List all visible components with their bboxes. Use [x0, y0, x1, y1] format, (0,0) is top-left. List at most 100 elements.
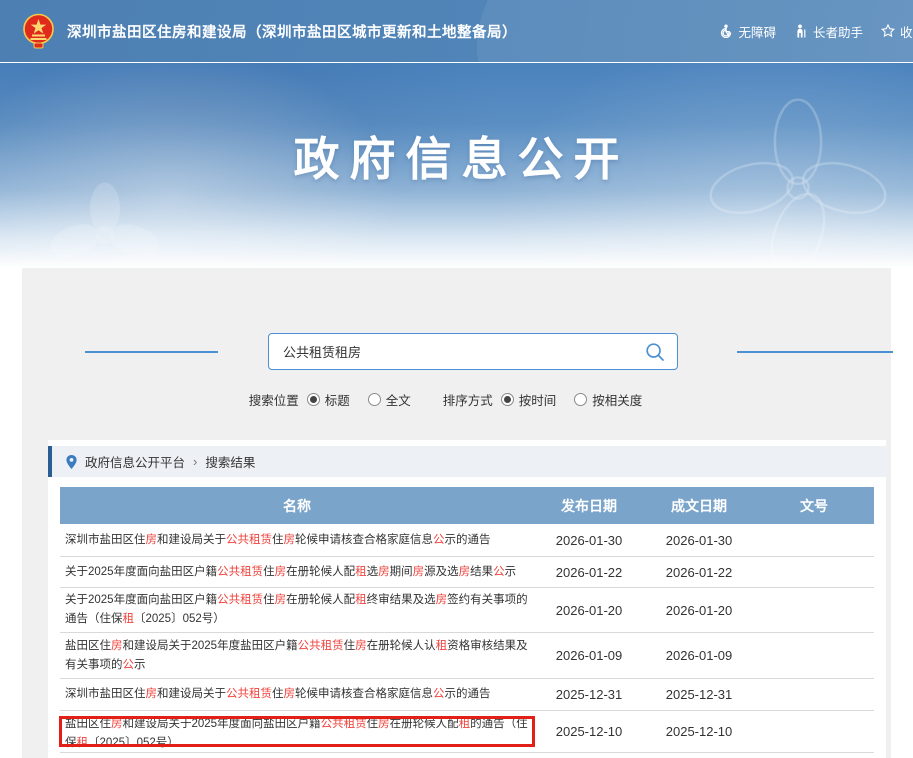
- header-links: 无障碍 长者助手收藏: [719, 0, 913, 62]
- column-header-name: 名称: [60, 496, 534, 516]
- table-header-row: 名称 发布日期 成文日期 文号: [60, 487, 874, 524]
- highlighted-keyword: 公共租赁: [321, 718, 367, 730]
- search-input[interactable]: [269, 334, 677, 369]
- results-card: 政府信息公开平台 › 搜索结果 名称 发布日期 成文日期 文号 深圳市盐田区住房…: [48, 440, 886, 758]
- publish-date-cell: 2026-01-22: [534, 565, 644, 580]
- header-link-favorite[interactable]: 收藏: [881, 22, 913, 41]
- highlighted-keyword: 房: [355, 640, 367, 652]
- result-title-link[interactable]: 盐田区住房和建设局关于2025年度盐田区户籍公共租赁住房在册轮候人认租资格审核结…: [65, 640, 528, 671]
- result-title-link[interactable]: 关于2025年度面向盐田区户籍公共租赁住房在册轮候人配租选房期间房源及选房结果公…: [65, 566, 516, 578]
- result-title-link[interactable]: 深圳市盐田区住房和建设局关于公共租赁住房轮候申请核查合格家庭信息公示的通告: [65, 534, 491, 546]
- highlighted-keyword: 公: [433, 534, 445, 546]
- highlighted-keyword: 房: [146, 688, 158, 700]
- highlighted-keyword: 租: [123, 613, 135, 625]
- decorative-line-right: [737, 351, 893, 353]
- table-body: 深圳市盐田区住房和建设局关于公共租赁住房轮候申请核查合格家庭信息公示的通告 202…: [60, 524, 874, 753]
- highlighted-keyword: 公: [123, 659, 135, 671]
- highlighted-keyword: 公: [433, 688, 445, 700]
- radio-unselected-icon[interactable]: [368, 393, 381, 406]
- national-emblem-icon: [22, 13, 55, 50]
- written-date-cell: 2026-01-30: [644, 533, 754, 548]
- breadcrumb-stripe: [48, 446, 52, 477]
- banner: 政府信息公开: [0, 62, 913, 268]
- filter-group-1: 排序方式 按时间 按相关度: [443, 390, 651, 409]
- radio-option[interactable]: 按时间: [501, 390, 557, 409]
- highlighted-keyword: 房: [146, 534, 158, 546]
- radio-option[interactable]: 标题: [307, 390, 350, 409]
- publish-date-cell: 2026-01-30: [534, 533, 644, 548]
- highlighted-keyword: 租: [355, 566, 367, 578]
- table-row[interactable]: 盐田区住房和建设局关于2025年度盐田区户籍公共租赁住房在册轮候人认租资格审核结…: [60, 633, 874, 679]
- decorative-line-left: [85, 351, 218, 353]
- table-row[interactable]: 深圳市盐田区住房和建设局关于公共租赁住房轮候申请核查合格家庭信息公示的通告 202…: [60, 524, 874, 557]
- result-title-link[interactable]: 盐田区住房和建设局关于2025年度面向盐田区户籍公共租赁住房在册轮候人配租的通告…: [65, 718, 528, 749]
- breadcrumb: 政府信息公开平台 › 搜索结果: [48, 446, 886, 477]
- star-icon: [881, 24, 895, 38]
- publish-date-cell: 2026-01-20: [534, 603, 644, 618]
- highlighted-keyword: 房: [459, 566, 471, 578]
- column-header-publish-date: 发布日期: [534, 496, 644, 516]
- radio-option-label: 按时间: [519, 390, 557, 409]
- search-filters: 搜索位置标题全文排序方式按时间按相关度: [22, 390, 891, 409]
- highlighted-keyword: 租: [459, 718, 471, 730]
- page: 深圳市盐田区住房和建设局（深圳市盐田区城市更新和土地整备局） 无障碍 长者助手收藏: [0, 0, 913, 758]
- radio-option-label: 按相关度: [592, 390, 642, 409]
- results-table: 名称 发布日期 成文日期 文号 深圳市盐田区住房和建设局关于公共租赁住房轮候申请…: [60, 487, 874, 753]
- highlighted-keyword: 房: [436, 594, 448, 606]
- table-row[interactable]: 深圳市盐田区住房和建设局关于公共租赁住房轮候申请核查合格家庭信息公示的通告 202…: [60, 679, 874, 711]
- breadcrumb-root-link[interactable]: 政府信息公开平台: [85, 452, 185, 471]
- written-date-cell: 2025-12-31: [644, 687, 754, 702]
- radio-selected-icon[interactable]: [307, 393, 320, 406]
- table-row[interactable]: 关于2025年度面向盐田区户籍公共租赁住房在册轮候人配租终审结果及选房签约有关事…: [60, 588, 874, 633]
- publish-date-cell: 2025-12-31: [534, 687, 644, 702]
- header-link-label: 长者助手: [813, 22, 863, 41]
- search-box: [268, 333, 678, 370]
- search-icon[interactable]: [645, 342, 665, 362]
- radio-selected-icon[interactable]: [501, 393, 514, 406]
- header-link-label: 无障碍: [738, 22, 776, 41]
- result-title-cell: 深圳市盐田区住房和建设局关于公共租赁住房轮候申请核查合格家庭信息公示的通告: [60, 685, 534, 704]
- highlighted-keyword: 房: [275, 566, 287, 578]
- written-date-cell: 2026-01-20: [644, 603, 754, 618]
- highlighted-keyword: 公: [493, 566, 505, 578]
- highlighted-keyword: 租: [77, 737, 89, 749]
- column-header-written-date: 成文日期: [644, 496, 754, 516]
- highlighted-keyword: 租: [355, 594, 367, 606]
- table-row[interactable]: 关于2025年度面向盐田区户籍公共租赁住房在册轮候人配租选房期间房源及选房结果公…: [60, 557, 874, 588]
- table-row[interactable]: 盐田区住房和建设局关于2025年度面向盐田区户籍公共租赁住房在册轮候人配租的通告…: [60, 711, 874, 753]
- highlighted-keyword: 房: [275, 594, 287, 606]
- result-title-cell: 关于2025年度面向盐田区户籍公共租赁住房在册轮候人配租选房期间房源及选房结果公…: [60, 563, 534, 582]
- result-title-cell: 深圳市盐田区住房和建设局关于公共租赁住房轮候申请核查合格家庭信息公示的通告: [60, 531, 534, 550]
- result-title-link[interactable]: 关于2025年度面向盐田区户籍公共租赁住房在册轮候人配租终审结果及选房签约有关事…: [65, 594, 528, 625]
- breadcrumb-separator: ›: [193, 454, 197, 469]
- highlighted-keyword: 公共租赁: [226, 688, 272, 700]
- radio-option-label: 全文: [386, 390, 411, 409]
- publish-date-cell: 2026-01-09: [534, 648, 644, 663]
- accessibility-icon: [719, 24, 733, 38]
- highlighted-keyword: 房: [111, 718, 123, 730]
- elder-icon: [794, 24, 808, 38]
- highlighted-keyword: 房: [111, 640, 123, 652]
- highlighted-keyword: 房: [284, 534, 296, 546]
- agency-title-link[interactable]: 深圳市盐田区住房和建设局（深圳市盐田区城市更新和土地整备局）: [67, 21, 517, 42]
- written-date-cell: 2026-01-09: [644, 648, 754, 663]
- header-link-elder-helper[interactable]: 长者助手: [794, 22, 863, 41]
- radio-unselected-icon[interactable]: [574, 393, 587, 406]
- result-title-link[interactable]: 深圳市盐田区住房和建设局关于公共租赁住房轮候申请核查合格家庭信息公示的通告: [65, 688, 491, 700]
- radio-option[interactable]: 按相关度: [574, 390, 642, 409]
- highlighted-keyword: 房: [378, 566, 390, 578]
- filter-group-label: 排序方式: [443, 390, 493, 409]
- highlighted-keyword: 租: [436, 640, 448, 652]
- written-date-cell: 2026-01-22: [644, 565, 754, 580]
- radio-option[interactable]: 全文: [368, 390, 411, 409]
- result-title-cell: 盐田区住房和建设局关于2025年度盐田区户籍公共租赁住房在册轮候人认租资格审核结…: [60, 637, 534, 675]
- location-pin-icon: [66, 455, 77, 469]
- filter-group-0: 搜索位置标题全文: [249, 390, 419, 409]
- header-link-accessibility[interactable]: 无障碍: [719, 22, 776, 41]
- breadcrumb-current: 搜索结果: [205, 452, 255, 471]
- page-title: 政府信息公开: [0, 123, 913, 189]
- highlighted-keyword: 房: [413, 566, 425, 578]
- highlighted-keyword: 公共租赁: [217, 594, 263, 606]
- publish-date-cell: 2025-12-10: [534, 724, 644, 739]
- column-header-doc-number: 文号: [754, 496, 874, 516]
